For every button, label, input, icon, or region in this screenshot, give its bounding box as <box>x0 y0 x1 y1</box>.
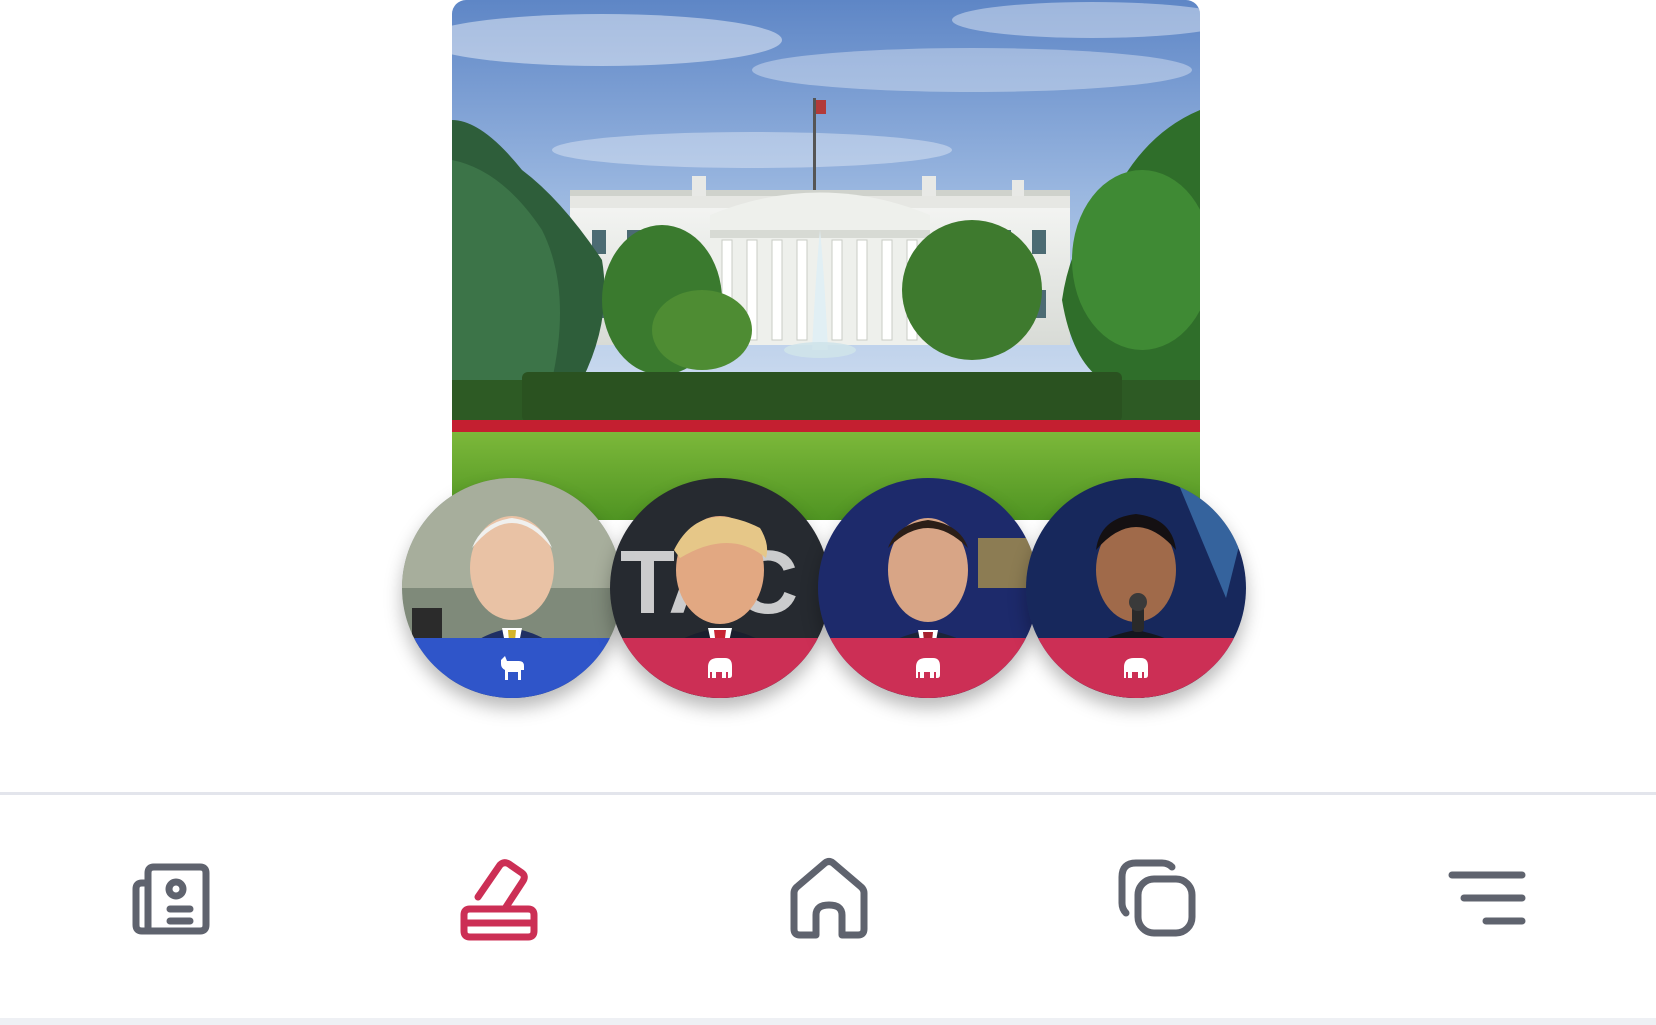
app-screen: TAC <box>0 0 1656 1025</box>
bottom-nav <box>0 795 1656 1020</box>
elephant-icon <box>913 655 943 681</box>
party-band-republican <box>1026 638 1246 698</box>
party-band-republican <box>818 638 1038 698</box>
nav-collections[interactable] <box>1102 843 1212 953</box>
copy-icon <box>1112 853 1202 943</box>
nav-news[interactable] <box>116 843 226 953</box>
party-band-democrat <box>402 638 622 698</box>
menu-icon <box>1442 853 1532 943</box>
elephant-icon <box>705 655 735 681</box>
party-band-republican <box>610 638 830 698</box>
news-icon <box>126 853 216 943</box>
hero-image <box>452 0 1200 520</box>
candidate-avatar-4[interactable] <box>1026 478 1246 698</box>
nav-vote[interactable] <box>444 843 554 953</box>
nav-home[interactable] <box>774 843 884 953</box>
candidate-avatar-3[interactable] <box>818 478 1038 698</box>
elephant-icon <box>1121 655 1151 681</box>
ballot-box-icon <box>454 853 544 943</box>
candidate-avatar-1[interactable] <box>402 478 622 698</box>
nav-menu[interactable] <box>1432 843 1542 953</box>
candidate-avatar-2[interactable]: TAC <box>610 478 830 698</box>
candidate-avatar-row: TAC <box>402 478 1252 704</box>
donkey-icon <box>497 654 527 682</box>
bottom-edge <box>0 1018 1656 1025</box>
home-icon <box>784 853 874 943</box>
